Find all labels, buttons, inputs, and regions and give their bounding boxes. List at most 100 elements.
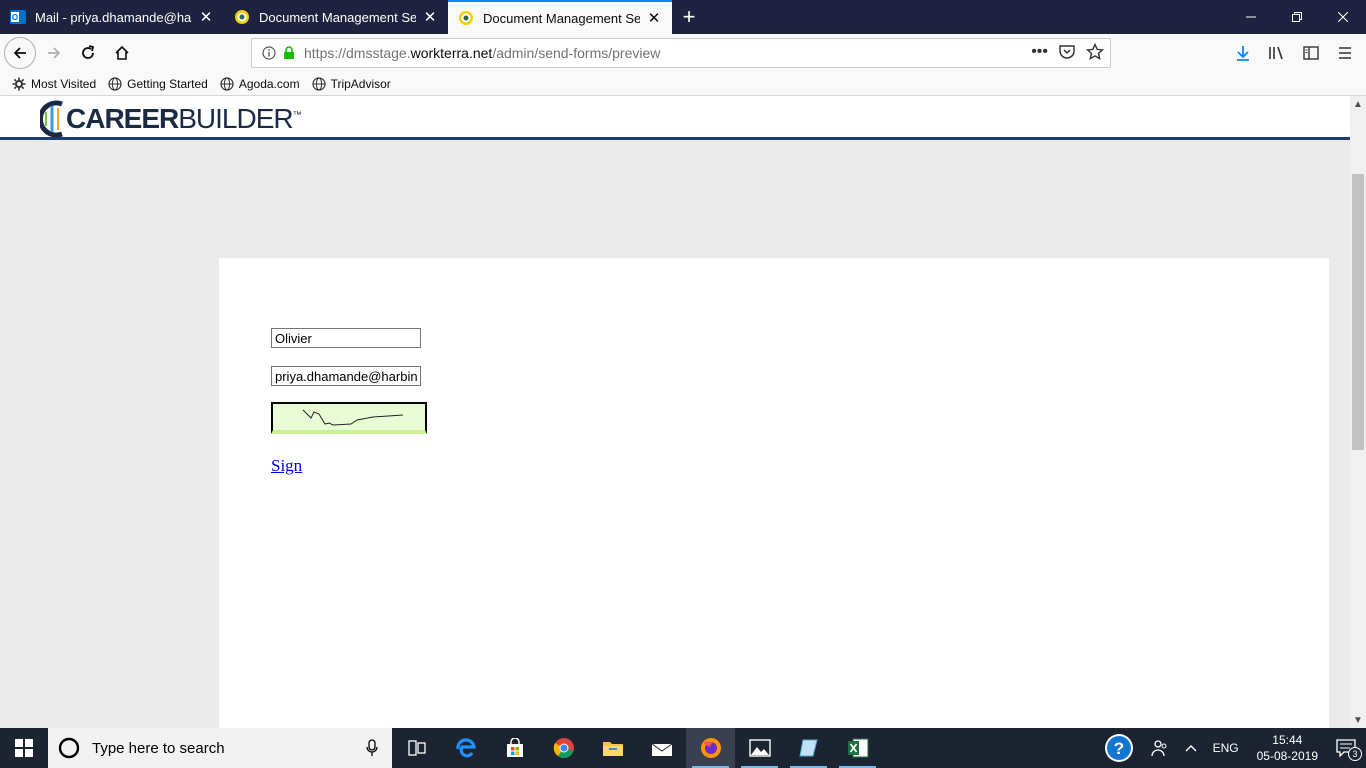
bookmark-label: Most Visited bbox=[31, 76, 97, 91]
photos-icon[interactable] bbox=[735, 728, 784, 768]
svg-text:O: O bbox=[12, 13, 18, 22]
minimize-icon[interactable] bbox=[1228, 0, 1274, 34]
svg-text:?: ? bbox=[1113, 739, 1123, 758]
search-placeholder: Type here to search bbox=[92, 739, 225, 757]
task-view-icon[interactable] bbox=[392, 728, 441, 768]
bookmark-star-icon[interactable] bbox=[1086, 43, 1104, 61]
tab-label: Document Management Servic bbox=[259, 9, 416, 25]
tab-label: Mail - priya.dhamande@harbin bbox=[35, 9, 192, 25]
page-actions-icon[interactable]: ••• bbox=[1031, 43, 1048, 61]
back-button[interactable] bbox=[4, 37, 36, 69]
lock-icon[interactable] bbox=[282, 46, 296, 60]
scroll-down-icon[interactable]: ▼ bbox=[1350, 712, 1366, 728]
taskbar-search[interactable]: Type here to search bbox=[48, 728, 392, 768]
careerbuilder-logo[interactable]: CAREERBUILDER™ bbox=[40, 100, 302, 138]
language-indicator[interactable]: ENG bbox=[1213, 741, 1239, 755]
bookmark-label: TripAdvisor bbox=[330, 76, 391, 91]
gear-icon bbox=[12, 77, 26, 90]
home-button[interactable] bbox=[106, 37, 138, 69]
tab-strip: O Mail - priya.dhamande@harbin ✕ Documen… bbox=[0, 0, 1366, 34]
nav-bar: https://dmsstage.workterra.net/admin/sen… bbox=[0, 34, 1366, 72]
downloads-icon[interactable] bbox=[1228, 38, 1258, 68]
toolbar-right bbox=[1228, 38, 1360, 68]
sidebar-icon[interactable] bbox=[1296, 38, 1326, 68]
url-prefix: https://dmsstage. bbox=[304, 45, 411, 61]
taskbar: Type here to search ? ENG 15:44 05-08-20… bbox=[0, 728, 1366, 768]
firefox-icon[interactable] bbox=[686, 728, 735, 768]
bookmark-most-visited[interactable]: Most Visited bbox=[12, 77, 96, 91]
globe-icon bbox=[108, 76, 122, 91]
notification-count-badge: 3 bbox=[1348, 747, 1362, 761]
mail-app-icon[interactable] bbox=[637, 728, 686, 768]
tab-dms-1[interactable]: Document Management Servic ✕ bbox=[224, 0, 448, 34]
library-icon[interactable] bbox=[1262, 38, 1292, 68]
new-tab-button[interactable]: + bbox=[672, 0, 706, 34]
clock-date: 05-08-2019 bbox=[1256, 749, 1318, 763]
logo-tm: ™ bbox=[292, 109, 302, 120]
bookmark-agoda[interactable]: Agoda.com bbox=[220, 77, 300, 91]
forward-button[interactable] bbox=[38, 37, 70, 69]
email-field[interactable] bbox=[271, 366, 421, 386]
menu-icon[interactable] bbox=[1330, 38, 1360, 68]
url-domain: workterra.net bbox=[410, 45, 493, 61]
form-panel: Sign bbox=[219, 258, 1329, 728]
info-icon[interactable] bbox=[262, 46, 276, 60]
notepad-icon[interactable] bbox=[784, 728, 833, 768]
tab-mail[interactable]: O Mail - priya.dhamande@harbin ✕ bbox=[0, 0, 224, 34]
signature-field[interactable] bbox=[271, 402, 427, 434]
sign-link[interactable]: Sign bbox=[271, 456, 302, 476]
reload-icon bbox=[82, 45, 95, 59]
pocket-icon[interactable] bbox=[1058, 43, 1076, 61]
window-controls bbox=[1228, 0, 1366, 34]
bookmark-getting-started[interactable]: Getting Started bbox=[108, 77, 208, 91]
start-button[interactable] bbox=[0, 728, 48, 768]
globe-icon bbox=[220, 76, 234, 91]
microphone-icon[interactable] bbox=[366, 739, 378, 757]
cortana-icon bbox=[58, 737, 80, 759]
tab-label: Document Management Servic bbox=[483, 10, 640, 26]
close-tab-icon[interactable]: ✕ bbox=[198, 8, 214, 26]
home-icon bbox=[115, 45, 129, 60]
back-arrow-icon bbox=[13, 47, 26, 59]
reload-button[interactable] bbox=[72, 37, 104, 69]
system-tray: ? ENG 15:44 05-08-2019 3 bbox=[1095, 728, 1366, 768]
excel-icon[interactable] bbox=[833, 728, 882, 768]
bookmark-label: Getting Started bbox=[127, 76, 208, 91]
url-path: /admin/send-forms/preview bbox=[492, 45, 661, 61]
close-window-icon[interactable] bbox=[1320, 0, 1366, 34]
signature-scribble bbox=[302, 409, 404, 426]
tab-dms-2[interactable]: Document Management Servic ✕ bbox=[448, 0, 672, 34]
page-content: CAREERBUILDER™ Sign bbox=[0, 96, 1350, 728]
name-field[interactable] bbox=[271, 328, 421, 348]
chevron-up-icon[interactable] bbox=[1185, 744, 1197, 752]
bookmark-label: Agoda.com bbox=[238, 76, 300, 91]
help-icon[interactable]: ? bbox=[1103, 732, 1135, 764]
notifications-icon[interactable]: 3 bbox=[1336, 739, 1362, 761]
page-scrollbar[interactable]: ▲ ▼ bbox=[1350, 96, 1366, 728]
scroll-thumb[interactable] bbox=[1352, 174, 1364, 450]
dms-favicon-icon bbox=[235, 10, 249, 24]
url-text: https://dmsstage.workterra.net/admin/sen… bbox=[304, 45, 660, 61]
store-icon[interactable] bbox=[490, 728, 539, 768]
logo-text: CAREERBUILDER™ bbox=[66, 103, 302, 134]
file-explorer-icon[interactable] bbox=[588, 728, 637, 768]
restore-icon[interactable] bbox=[1274, 0, 1320, 34]
close-tab-icon[interactable]: ✕ bbox=[646, 9, 662, 27]
outlook-icon: O bbox=[10, 10, 26, 24]
close-tab-icon[interactable]: ✕ bbox=[422, 8, 438, 26]
url-bar[interactable]: https://dmsstage.workterra.net/admin/sen… bbox=[251, 38, 1111, 68]
url-actions: ••• bbox=[1031, 43, 1104, 61]
windows-icon bbox=[15, 739, 33, 757]
dms-favicon-icon bbox=[459, 11, 473, 25]
careerbuilder-logo-icon bbox=[40, 100, 63, 138]
edge-icon[interactable] bbox=[441, 728, 490, 768]
bookmark-tripadvisor[interactable]: TripAdvisor bbox=[311, 76, 391, 91]
chrome-icon[interactable] bbox=[539, 728, 588, 768]
clock[interactable]: 15:44 05-08-2019 bbox=[1257, 732, 1318, 764]
globe-icon bbox=[311, 76, 326, 91]
logo-part-2: BUILDER bbox=[178, 103, 293, 134]
people-icon[interactable] bbox=[1150, 739, 1169, 757]
scroll-up-icon[interactable]: ▲ bbox=[1350, 96, 1366, 112]
site-header: CAREERBUILDER™ bbox=[0, 96, 1350, 140]
bookmarks-bar: Most Visited Getting Started Agoda.com T… bbox=[0, 72, 1366, 96]
